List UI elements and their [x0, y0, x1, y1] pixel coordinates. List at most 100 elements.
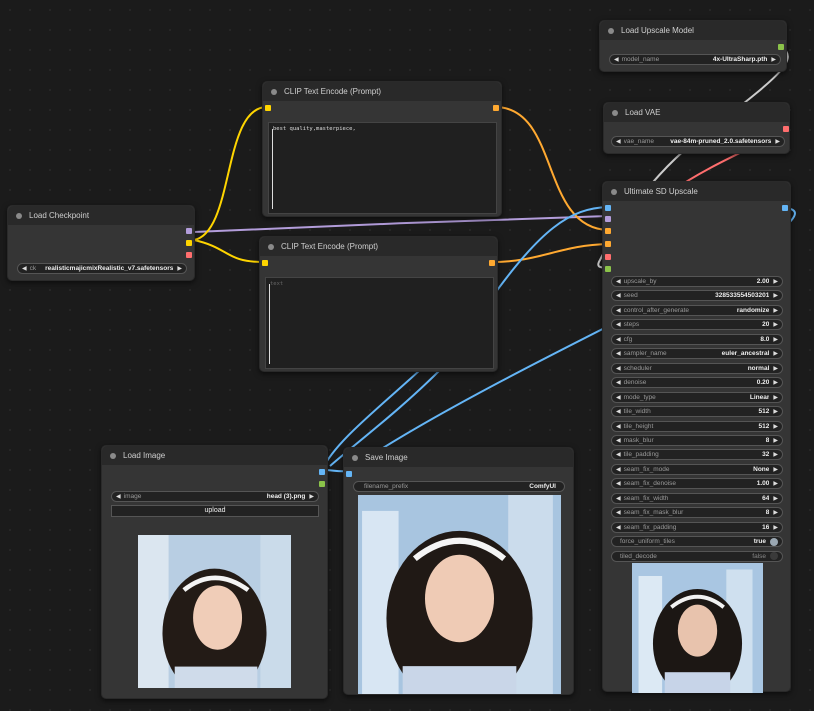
- left-arrow-icon[interactable]: ◀: [616, 480, 621, 487]
- right-arrow-icon[interactable]: ▶: [773, 292, 778, 299]
- right-arrow-icon[interactable]: ▶: [773, 509, 778, 516]
- left-arrow-icon[interactable]: ◀: [116, 493, 121, 500]
- node-title[interactable]: Load Upscale Model: [600, 21, 786, 40]
- widget-control-after-generate[interactable]: ◀ control_after_generate randomize ▶: [611, 304, 783, 316]
- left-arrow-icon[interactable]: ◀: [616, 394, 621, 401]
- left-arrow-icon[interactable]: ◀: [616, 138, 621, 145]
- right-arrow-icon[interactable]: ▶: [773, 278, 778, 285]
- left-arrow-icon[interactable]: ◀: [616, 524, 621, 531]
- right-arrow-icon[interactable]: ▶: [771, 56, 776, 63]
- right-arrow-icon[interactable]: ▶: [773, 408, 778, 415]
- input-port-clip[interactable]: [262, 260, 268, 266]
- output-port-conditioning[interactable]: [493, 105, 499, 111]
- toggle-tiled-decode[interactable]: tiled_decode false: [611, 550, 783, 562]
- widget-seam-fix-mask-blur[interactable]: ◀ seam_fix_mask_blur 8 ▶: [611, 507, 783, 519]
- left-arrow-icon[interactable]: ◀: [616, 408, 621, 415]
- node-load-upscale-model[interactable]: Load Upscale Model ◀ model_name 4x-Ultra…: [599, 20, 787, 72]
- upload-button[interactable]: upload: [111, 505, 319, 517]
- node-title[interactable]: Save Image: [344, 448, 573, 467]
- node-clip-text-encode-negative[interactable]: CLIP Text Encode (Prompt) text: [259, 236, 498, 372]
- right-arrow-icon[interactable]: ▶: [773, 365, 778, 372]
- right-arrow-icon[interactable]: ▶: [773, 350, 778, 357]
- right-arrow-icon[interactable]: ▶: [773, 307, 778, 314]
- node-load-vae[interactable]: Load VAE ◀ vae_name vae-84m-pruned_2.0.s…: [603, 102, 790, 154]
- prompt-textarea[interactable]: best quality,masterpiece,: [268, 122, 497, 214]
- input-port-positive[interactable]: [605, 228, 611, 234]
- output-port-mask[interactable]: [319, 481, 325, 487]
- right-arrow-icon[interactable]: ▶: [773, 336, 778, 343]
- ckpt-name-combo[interactable]: ◀ ckpt_name realisticmajicmixRealistic_v…: [17, 263, 187, 274]
- widget-steps[interactable]: ◀ steps 20 ▶: [611, 319, 783, 331]
- node-ultimate-sd-upscale[interactable]: Ultimate SD Upscale ◀ upscale_by 2.00 ▶ ◀ see…: [602, 181, 791, 693]
- collapse-dot-icon[interactable]: [110, 452, 116, 459]
- right-arrow-icon[interactable]: ▶: [773, 524, 778, 531]
- widget-scheduler[interactable]: ◀ scheduler normal ▶: [611, 362, 783, 374]
- input-port-vae[interactable]: [605, 254, 611, 260]
- prompt-textarea[interactable]: text: [265, 277, 494, 369]
- collapse-dot-icon[interactable]: [608, 27, 614, 34]
- widget-seam-fix-width[interactable]: ◀ seam_fix_width 64 ▶: [611, 492, 783, 504]
- input-port-upscale-model[interactable]: [605, 266, 611, 272]
- widget-seed[interactable]: ◀ seed 328533554503201 ▶: [611, 290, 783, 302]
- image-combo[interactable]: ◀ image head (3).png ▶: [111, 491, 319, 502]
- output-port-image[interactable]: [319, 469, 325, 475]
- widget-tile-height[interactable]: ◀ tile_height 512 ▶: [611, 420, 783, 432]
- collapse-dot-icon[interactable]: [611, 188, 617, 195]
- widget-mode-type[interactable]: ◀ mode_type Linear ▶: [611, 391, 783, 403]
- collapse-dot-icon[interactable]: [612, 109, 618, 116]
- left-arrow-icon[interactable]: ◀: [616, 292, 621, 299]
- node-title[interactable]: CLIP Text Encode (Prompt): [263, 82, 501, 101]
- input-port-images[interactable]: [346, 471, 352, 477]
- node-load-checkpoint[interactable]: Load Checkpoint ◀ ckpt_name realisticmaj…: [7, 205, 195, 281]
- widget-seam-fix-padding[interactable]: ◀ seam_fix_padding 16 ▶: [611, 521, 783, 533]
- widget-tile-width[interactable]: ◀ tile_width 512 ▶: [611, 406, 783, 418]
- node-load-image[interactable]: Load Image ◀ image head (3).png ▶ upload: [101, 445, 328, 699]
- right-arrow-icon[interactable]: ▶: [773, 466, 778, 473]
- right-arrow-icon[interactable]: ▶: [177, 265, 182, 272]
- right-arrow-icon[interactable]: ▶: [773, 423, 778, 430]
- output-port-vae[interactable]: [783, 126, 789, 132]
- input-port-clip[interactable]: [265, 105, 271, 111]
- toggle-switch-icon[interactable]: [770, 537, 778, 546]
- left-arrow-icon[interactable]: ◀: [616, 466, 621, 473]
- right-arrow-icon[interactable]: ▶: [773, 321, 778, 328]
- vae-name-combo[interactable]: ◀ vae_name vae-84m-pruned_2.0.safetensor…: [611, 136, 785, 147]
- left-arrow-icon[interactable]: ◀: [614, 56, 619, 63]
- collapse-dot-icon[interactable]: [271, 88, 277, 95]
- left-arrow-icon[interactable]: ◀: [616, 495, 621, 502]
- widget-sampler-name[interactable]: ◀ sampler_name euler_ancestral ▶: [611, 348, 783, 360]
- left-arrow-icon[interactable]: ◀: [22, 265, 27, 272]
- widget-mask-blur[interactable]: ◀ mask_blur 8 ▶: [611, 434, 783, 446]
- left-arrow-icon[interactable]: ◀: [616, 437, 621, 444]
- node-title[interactable]: CLIP Text Encode (Prompt): [260, 237, 497, 256]
- left-arrow-icon[interactable]: ◀: [616, 278, 621, 285]
- right-arrow-icon[interactable]: ▶: [773, 451, 778, 458]
- right-arrow-icon[interactable]: ▶: [309, 493, 314, 500]
- output-port-model[interactable]: [186, 228, 192, 234]
- node-save-image[interactable]: Save Image filename_prefix ComfyUI: [343, 447, 574, 695]
- input-port-negative[interactable]: [605, 241, 611, 247]
- left-arrow-icon[interactable]: ◀: [616, 423, 621, 430]
- left-arrow-icon[interactable]: ◀: [616, 336, 621, 343]
- output-port-image[interactable]: [782, 205, 788, 211]
- widget-cfg[interactable]: ◀ cfg 8.0 ▶: [611, 333, 783, 345]
- input-port-image[interactable]: [605, 205, 611, 211]
- left-arrow-icon[interactable]: ◀: [616, 365, 621, 372]
- node-clip-text-encode-positive[interactable]: CLIP Text Encode (Prompt) best quality,m…: [262, 81, 502, 217]
- right-arrow-icon[interactable]: ▶: [773, 437, 778, 444]
- right-arrow-icon[interactable]: ▶: [775, 138, 780, 145]
- right-arrow-icon[interactable]: ▶: [773, 379, 778, 386]
- output-port-conditioning[interactable]: [489, 260, 495, 266]
- widget-tile-padding[interactable]: ◀ tile_padding 32 ▶: [611, 449, 783, 461]
- left-arrow-icon[interactable]: ◀: [616, 321, 621, 328]
- output-port-upscale-model[interactable]: [778, 44, 784, 50]
- left-arrow-icon[interactable]: ◀: [616, 451, 621, 458]
- right-arrow-icon[interactable]: ▶: [773, 394, 778, 401]
- right-arrow-icon[interactable]: ▶: [773, 495, 778, 502]
- widget-upscale-by[interactable]: ◀ upscale_by 2.00 ▶: [611, 276, 783, 287]
- node-title[interactable]: Load VAE: [604, 103, 789, 122]
- collapse-dot-icon[interactable]: [352, 454, 358, 461]
- toggle-switch-icon[interactable]: [770, 552, 778, 561]
- node-title[interactable]: Ultimate SD Upscale: [603, 182, 790, 201]
- input-port-model[interactable]: [605, 216, 611, 222]
